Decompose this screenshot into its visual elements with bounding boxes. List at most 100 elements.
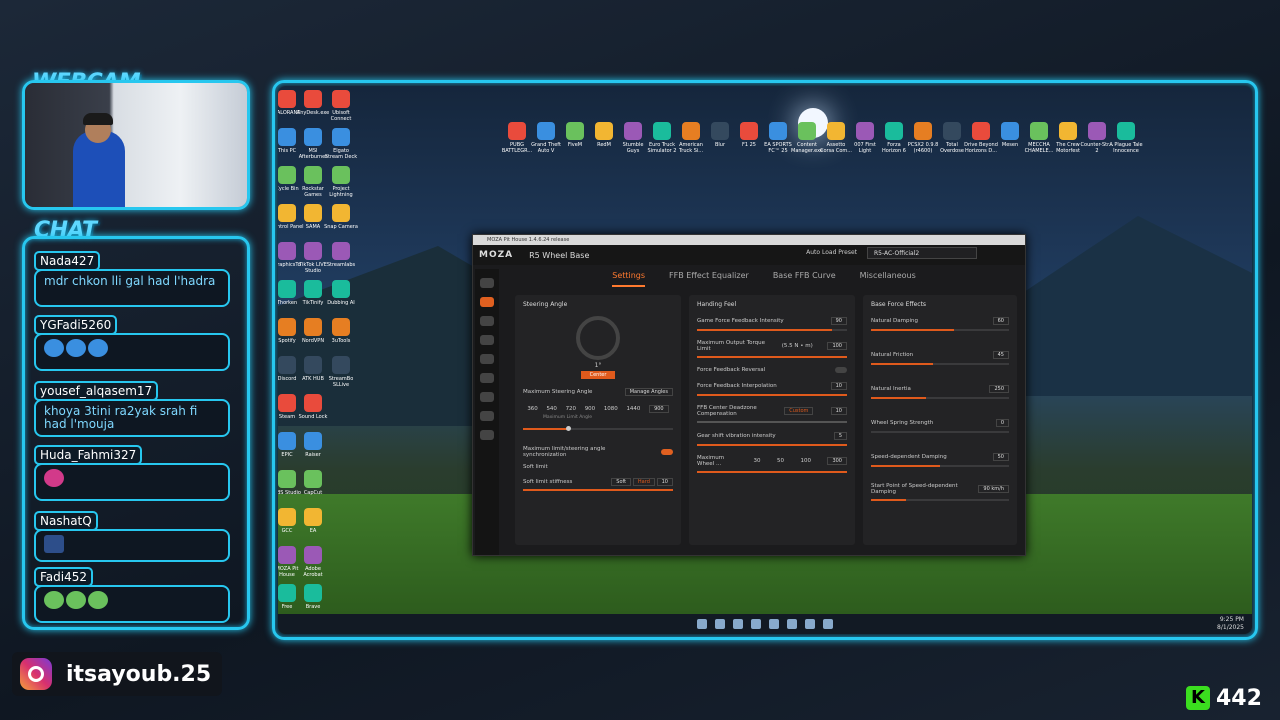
nav-handbrake-icon[interactable] bbox=[480, 392, 494, 402]
max-wheel-slider[interactable] bbox=[697, 471, 847, 473]
file-explorer-icon[interactable] bbox=[733, 619, 743, 629]
spring-value[interactable]: 0 bbox=[995, 419, 1009, 427]
max-torque-value[interactable]: 100 bbox=[827, 342, 847, 350]
game-ffb-value[interactable]: 90 bbox=[830, 317, 847, 325]
deadzone-option[interactable]: Custom bbox=[784, 407, 814, 415]
desktop-icon[interactable]: Sound Lock bbox=[296, 394, 330, 420]
desktop-icon[interactable]: StreamBo SLLive bbox=[324, 356, 358, 388]
angle-preset[interactable]: 900 bbox=[585, 406, 596, 412]
soft-stiffness-value[interactable]: 10 bbox=[656, 478, 673, 486]
manage-angles-button[interactable]: Manage Angles bbox=[624, 388, 673, 396]
desktop-icon[interactable]: Ubisoft Connect bbox=[324, 90, 358, 122]
spring-slider[interactable] bbox=[871, 431, 1009, 433]
nav-sequential-icon[interactable] bbox=[480, 430, 494, 440]
reversal-toggle[interactable] bbox=[835, 367, 847, 373]
start-icon[interactable] bbox=[697, 619, 707, 629]
max-angle-slider[interactable] bbox=[523, 426, 673, 431]
nav-wheelbase-icon[interactable] bbox=[480, 297, 494, 307]
max-wheel-option[interactable]: 100 bbox=[800, 458, 811, 464]
app-icon bbox=[798, 122, 816, 140]
slider-knob[interactable] bbox=[566, 426, 571, 431]
friction-value[interactable]: 45 bbox=[992, 351, 1009, 359]
desktop-icon[interactable]: Dubbing AI bbox=[324, 280, 358, 306]
start-point-value[interactable]: 90 km/h bbox=[978, 485, 1009, 493]
discord-icon[interactable] bbox=[787, 619, 797, 629]
max-wheel-value[interactable]: 300 bbox=[827, 457, 847, 465]
steam-icon[interactable] bbox=[769, 619, 779, 629]
damping-slider[interactable] bbox=[871, 329, 1009, 331]
speed-damping-row: Speed-dependent Damping 50 bbox=[871, 453, 1009, 461]
angle-value-input[interactable]: 900 bbox=[649, 405, 669, 413]
moza-pit-house-window[interactable]: MOZA Pit House 1.4.6.24 release MOZA R5 … bbox=[472, 234, 1026, 556]
tab-ffb-equalizer[interactable]: FFB Effect Equalizer bbox=[669, 271, 749, 287]
nav-wheel-icon[interactable] bbox=[480, 316, 494, 326]
app-icon bbox=[740, 122, 758, 140]
desktop-icon[interactable]: Snap Camera bbox=[324, 204, 358, 230]
desktop-icon[interactable]: 3uTools bbox=[324, 318, 358, 344]
reversal-row: Force Feedback Reversal bbox=[697, 367, 847, 373]
app-icon bbox=[278, 242, 296, 260]
obs-icon[interactable] bbox=[805, 619, 815, 629]
speed-damping-value[interactable]: 50 bbox=[992, 453, 1009, 461]
speed-damping-slider[interactable] bbox=[871, 465, 1009, 467]
max-wheel-option[interactable]: 30 bbox=[753, 458, 760, 464]
taskbar-clock[interactable]: 9:25 PM 8/1/2025 bbox=[1217, 616, 1244, 632]
inertia-slider[interactable] bbox=[871, 397, 1009, 399]
angle-preset[interactable]: 1080 bbox=[604, 406, 618, 412]
angle-preset[interactable]: 540 bbox=[546, 406, 557, 412]
app-icon bbox=[278, 394, 296, 412]
hard-option[interactable]: Hard bbox=[632, 478, 655, 486]
desktop-icon[interactable]: EA bbox=[296, 508, 330, 534]
browser-icon[interactable] bbox=[751, 619, 761, 629]
sync-toggle[interactable] bbox=[661, 449, 673, 455]
gear-slider[interactable] bbox=[697, 444, 847, 446]
nav-stick-icon[interactable] bbox=[480, 411, 494, 421]
moza-icon[interactable] bbox=[823, 619, 833, 629]
soft-stiffness-slider[interactable] bbox=[523, 489, 673, 491]
desktop-icon[interactable]: Elgato Stream Deck bbox=[324, 128, 358, 160]
deadzone-slider[interactable] bbox=[697, 421, 847, 423]
damping-value[interactable]: 60 bbox=[992, 317, 1009, 325]
interp-slider[interactable] bbox=[697, 394, 847, 396]
interp-value[interactable]: 10 bbox=[830, 382, 847, 390]
game-ffb-slider[interactable] bbox=[697, 329, 847, 331]
desktop-icon[interactable]: A Plague Tale Innocence bbox=[1109, 122, 1143, 154]
desktop-icon-label: ATK HUB bbox=[302, 376, 324, 382]
preset-select[interactable]: R5-AC-Official2 bbox=[867, 247, 977, 259]
window-titlebar[interactable]: MOZA Pit House 1.4.6.24 release bbox=[473, 235, 1025, 245]
desktop-icon[interactable]: Brave bbox=[296, 584, 330, 610]
max-torque-slider[interactable] bbox=[697, 356, 847, 358]
inertia-value[interactable]: 250 bbox=[989, 385, 1009, 393]
desktop-icon[interactable]: CapCut bbox=[296, 470, 330, 496]
search-icon[interactable] bbox=[715, 619, 725, 629]
nav-dash-icon[interactable] bbox=[480, 354, 494, 364]
tab-base-ffb-curve[interactable]: Base FFB Curve bbox=[773, 271, 836, 287]
deadzone-value[interactable]: 10 bbox=[830, 407, 847, 415]
desktop-icon[interactable]: Streamlabs bbox=[324, 242, 358, 268]
nav-home-icon[interactable] bbox=[480, 278, 494, 288]
angle-preset[interactable]: 1440 bbox=[626, 406, 640, 412]
emote-icon bbox=[44, 591, 64, 609]
app-icon bbox=[943, 122, 961, 140]
start-point-slider[interactable] bbox=[871, 499, 1009, 501]
tab-settings[interactable]: Settings bbox=[612, 271, 646, 287]
desktop-icon[interactable]: Project Lightning bbox=[324, 166, 358, 198]
emote-icon bbox=[44, 339, 64, 357]
damping-label: Natural Damping bbox=[871, 318, 918, 324]
app-icon bbox=[278, 584, 296, 602]
max-wheel-option[interactable]: 50 bbox=[777, 458, 784, 464]
app-icon bbox=[1001, 122, 1019, 140]
angle-preset[interactable]: 360 bbox=[527, 406, 538, 412]
app-icon bbox=[278, 508, 296, 526]
center-button[interactable]: Center bbox=[581, 371, 615, 379]
friction-slider[interactable] bbox=[871, 363, 1009, 365]
desktop-icon[interactable]: Adobe Acrobat bbox=[296, 546, 330, 578]
tab-miscellaneous[interactable]: Miscellaneous bbox=[860, 271, 916, 287]
desktop-icon[interactable]: Raiser bbox=[296, 432, 330, 458]
soft-option[interactable]: Soft bbox=[611, 478, 632, 486]
gear-value[interactable]: 5 bbox=[833, 432, 847, 440]
desktop-icon-label: StreamBo SLLive bbox=[328, 376, 354, 388]
nav-pedals-icon[interactable] bbox=[480, 335, 494, 345]
angle-preset[interactable]: 720 bbox=[566, 406, 577, 412]
nav-shifter-icon[interactable] bbox=[480, 373, 494, 383]
